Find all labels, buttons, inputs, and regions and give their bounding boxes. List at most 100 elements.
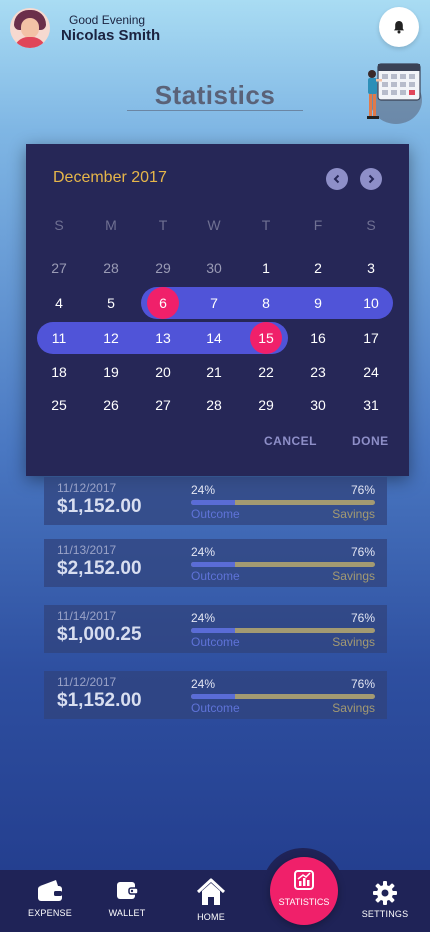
savings-label: Savings [332, 569, 375, 583]
calendar-day[interactable]: 4 [43, 287, 75, 319]
calendar-day[interactable]: 29 [250, 389, 282, 421]
calendar-day[interactable]: 22 [250, 356, 282, 388]
calendar-day[interactable]: 27 [147, 389, 179, 421]
transaction-card[interactable]: 11/13/2017 $2,152.00 24% 76% Outcome Sav… [44, 539, 387, 587]
calendar-day[interactable]: 8 [250, 287, 282, 319]
outcome-fill [191, 694, 236, 699]
calendar-day[interactable]: 10 [355, 287, 387, 319]
nav-expense[interactable]: EXPENSE [10, 870, 90, 932]
nav-statistics[interactable]: STATISTICS [270, 857, 338, 925]
transaction-amount: $1,152.00 [57, 690, 142, 711]
outcome-label: Outcome [191, 507, 240, 521]
calendar-day[interactable]: 20 [147, 356, 179, 388]
transaction-amount: $1,152.00 [57, 496, 142, 517]
calendar-day[interactable]: 30 [302, 389, 334, 421]
transaction-amount: $2,152.00 [57, 558, 142, 579]
expense-wallet-icon [38, 880, 62, 901]
cancel-button[interactable]: CANCEL [264, 434, 317, 448]
calendar-day[interactable]: 7 [198, 287, 230, 319]
outcome-percent: 24% [191, 677, 216, 691]
transaction-date: 11/14/2017 [57, 609, 117, 623]
calendar-day[interactable]: 19 [95, 356, 127, 388]
date-range-picker: December 2017 S M T W T F S 27 28 29 30 1 2 3 4 5 6 7 8 9 10… [26, 144, 409, 476]
savings-label: Savings [332, 701, 375, 715]
weekday-header: S [366, 217, 376, 233]
nav-wallet-label: WALLET [108, 908, 146, 918]
next-month-button[interactable] [360, 168, 382, 190]
outcome-savings-bar [191, 694, 375, 699]
calendar-day[interactable]: 26 [95, 389, 127, 421]
calendar-day[interactable]: 12 [95, 322, 127, 354]
bell-icon [394, 21, 404, 34]
calendar-day[interactable]: 5 [95, 287, 127, 319]
transaction-date: 11/12/2017 [57, 481, 117, 495]
calendar-day[interactable]: 2 [302, 252, 334, 284]
transaction-amount: $1,000.25 [57, 624, 142, 645]
savings-percent: 76% [350, 483, 375, 497]
home-icon [196, 878, 226, 905]
title-underline [127, 110, 303, 111]
transaction-card[interactable]: 11/12/2017 $1,152.00 24% 76% Outcome Sav… [44, 477, 387, 525]
savings-label: Savings [332, 635, 375, 649]
done-button[interactable]: DONE [352, 434, 389, 448]
weekday-header: M [105, 217, 117, 233]
nav-home-label: HOME [197, 912, 225, 922]
nav-settings[interactable]: SETTINGS [345, 870, 425, 932]
calendar-day[interactable]: 3 [355, 252, 387, 284]
transaction-card[interactable]: 11/14/2017 $1,000.25 24% 76% Outcome Sav… [44, 605, 387, 653]
greeting-text: Good Evening [69, 13, 146, 27]
range-start-day[interactable]: 6 [147, 287, 179, 319]
outcome-savings-bar [191, 500, 375, 505]
savings-percent: 76% [350, 677, 375, 691]
nav-home[interactable]: HOME [171, 870, 251, 932]
calendar-day[interactable]: 28 [198, 389, 230, 421]
calendar-day[interactable]: 17 [355, 322, 387, 354]
calendar-day[interactable]: 13 [147, 322, 179, 354]
outcome-percent: 24% [191, 545, 216, 559]
username: Nicolas Smith [61, 27, 161, 44]
chevron-right-icon [368, 174, 375, 184]
outcome-percent: 24% [191, 483, 216, 497]
calendar-day[interactable]: 16 [302, 322, 334, 354]
notifications-button[interactable] [379, 7, 419, 47]
calendar-day[interactable]: 31 [355, 389, 387, 421]
nav-expense-label: EXPENSE [28, 908, 72, 918]
calendar-day[interactable]: 1 [250, 252, 282, 284]
transaction-card[interactable]: 11/12/2017 $1,152.00 24% 76% Outcome Sav… [44, 671, 387, 719]
calendar-day[interactable]: 29 [147, 252, 179, 284]
avatar[interactable] [10, 8, 50, 48]
previous-month-button[interactable] [326, 168, 348, 190]
outcome-savings-bar [191, 628, 375, 633]
transaction-date: 11/13/2017 [57, 543, 117, 557]
gear-icon [373, 881, 397, 905]
outcome-fill [191, 628, 236, 633]
chevron-left-icon [333, 174, 340, 184]
outcome-percent: 24% [191, 611, 216, 625]
savings-percent: 76% [350, 611, 375, 625]
bottom-navigation: EXPENSE WALLET HOME SETTINGS [0, 870, 430, 932]
calendar-day[interactable]: 9 [302, 287, 334, 319]
app-header: Good Evening Nicolas Smith [0, 0, 430, 60]
calendar-day[interactable]: 27 [43, 252, 75, 284]
calendar-day[interactable]: 11 [43, 322, 75, 354]
calendar-day[interactable]: 30 [198, 252, 230, 284]
calendar-day[interactable]: 24 [355, 356, 387, 388]
savings-percent: 76% [350, 545, 375, 559]
transaction-date: 11/12/2017 [57, 675, 117, 689]
weekday-header: T [261, 217, 271, 233]
outcome-fill [191, 562, 236, 567]
range-end-day[interactable]: 15 [250, 322, 282, 354]
nav-wallet[interactable]: WALLET [87, 870, 167, 932]
calendar-day[interactable]: 25 [43, 389, 75, 421]
nav-settings-label: SETTINGS [361, 909, 409, 919]
calendar-day[interactable]: 18 [43, 356, 75, 388]
outcome-savings-bar [191, 562, 375, 567]
weekday-header: S [54, 217, 64, 233]
weekday-header: T [158, 217, 168, 233]
outcome-label: Outcome [191, 635, 240, 649]
calendar-illustration [367, 63, 422, 124]
calendar-day[interactable]: 28 [95, 252, 127, 284]
calendar-day[interactable]: 23 [302, 356, 334, 388]
calendar-day[interactable]: 21 [198, 356, 230, 388]
calendar-day[interactable]: 14 [198, 322, 230, 354]
